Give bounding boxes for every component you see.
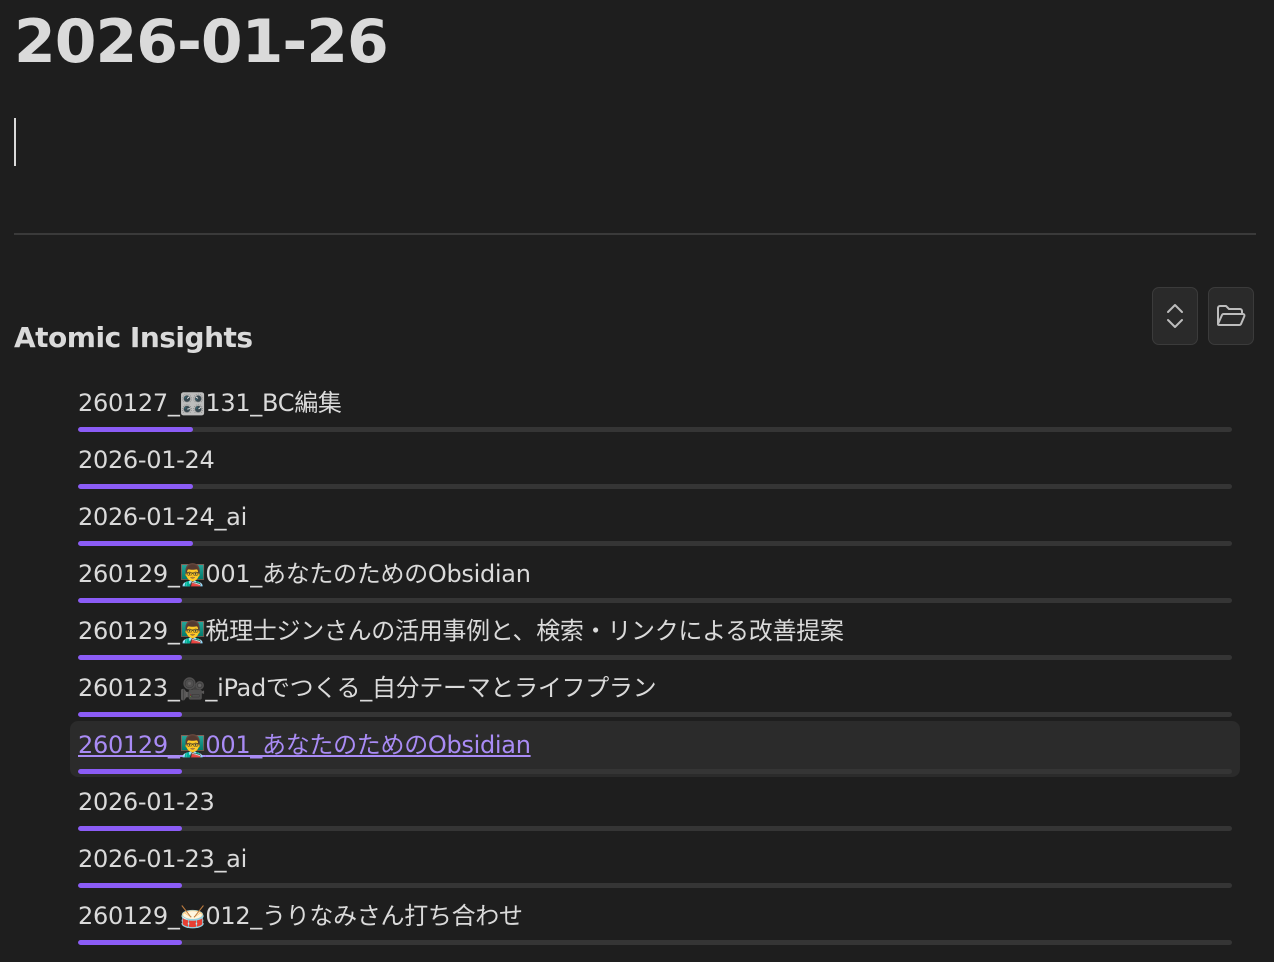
insight-progress-track <box>78 769 1232 774</box>
insight-link[interactable]: 2026-01-24_ai <box>78 502 247 532</box>
insight-link[interactable]: 2026-01-24 <box>78 445 215 475</box>
insight-progress-fill <box>78 769 182 774</box>
insight-progress-track <box>78 826 1232 831</box>
insight-prefix: 260129_ <box>78 560 180 588</box>
insight-item[interactable]: 260123_🎥_iPadでつくる_自分テーマとライフプラン <box>78 665 1232 722</box>
insight-prefix: 260129_ <box>78 731 180 759</box>
insight-progress-fill <box>78 484 194 489</box>
insight-progress-fill <box>78 826 182 831</box>
insight-item[interactable]: 2026-01-23 <box>78 779 1232 836</box>
insight-suffix: 012_うりなみさん打ち合わせ <box>205 902 523 930</box>
insight-progress-fill <box>78 883 182 888</box>
insight-item[interactable]: 260127_🎛️131_BC編集 <box>78 380 1232 437</box>
insight-emoji: 👨‍🏫 <box>179 620 206 644</box>
insight-emoji: 👨‍🏫 <box>179 563 206 587</box>
insight-link[interactable]: 260129_👨‍🏫001_あなたのためのObsidian <box>78 730 531 761</box>
insight-prefix: 2026-01-24_ai <box>78 503 247 531</box>
insight-progress-fill <box>78 655 182 660</box>
insight-suffix: 131_BC編集 <box>205 389 342 417</box>
insight-progress-fill <box>78 427 194 432</box>
insight-suffix: _iPadでつくる_自分テーマとライフプラン <box>205 674 657 702</box>
insight-item[interactable]: 2026-01-23_ai <box>78 836 1232 893</box>
insight-item[interactable]: 260129_👨‍🏫001_あなたのためのObsidian <box>78 551 1232 608</box>
insight-link[interactable]: 2026-01-23 <box>78 787 215 817</box>
insight-progress-fill <box>78 598 182 603</box>
insight-emoji: 🥁 <box>179 905 206 929</box>
insight-link[interactable]: 260123_🎥_iPadでつくる_自分テーマとライフプラン <box>78 673 657 704</box>
insight-suffix: 001_あなたのためのObsidian <box>205 731 531 759</box>
insight-item[interactable]: 260129_🥁012_うりなみさん打ち合わせ <box>78 893 1232 950</box>
text-caret <box>14 118 16 166</box>
insight-link[interactable]: 260129_👨‍🏫001_あなたのためのObsidian <box>78 559 531 590</box>
insight-progress-track <box>78 598 1232 603</box>
insight-suffix: 税理士ジンさんの活用事例と、検索・リンクによる改善提案 <box>205 617 844 645</box>
insight-progress-track <box>78 883 1232 888</box>
insight-item[interactable]: 2026-01-24 <box>78 437 1232 494</box>
insight-link[interactable]: 260129_👨‍🏫税理士ジンさんの活用事例と、検索・リンクによる改善提案 <box>78 616 844 647</box>
insight-progress-track <box>78 541 1232 546</box>
insight-emoji: 👨‍🏫 <box>179 734 206 758</box>
insight-prefix: 2026-01-23 <box>78 788 215 816</box>
collapse-toggle-button[interactable] <box>1152 287 1198 345</box>
insight-progress-track <box>78 484 1232 489</box>
folder-open-icon <box>1217 305 1246 327</box>
insight-emoji: 🎥 <box>179 677 206 701</box>
insight-prefix: 260129_ <box>78 902 180 930</box>
insight-prefix: 2026-01-24 <box>78 446 215 474</box>
insight-prefix: 260129_ <box>78 617 180 645</box>
horizontal-rule <box>14 233 1256 235</box>
insight-progress-fill <box>78 712 182 717</box>
insight-progress-fill <box>78 541 194 546</box>
note-title[interactable]: 2026-01-26 <box>14 6 389 78</box>
insight-item[interactable]: 2026-01-24_ai <box>78 494 1232 551</box>
section-heading: Atomic Insights <box>14 321 253 354</box>
insight-progress-fill <box>78 940 182 945</box>
note-editor[interactable] <box>14 118 1256 168</box>
insight-list: 260127_🎛️131_BC編集 2026-01-24 2026-01-24_ai… <box>70 380 1240 950</box>
insight-item[interactable]: 260129_👨‍🏫001_あなたのためのObsidian <box>70 721 1240 779</box>
insight-link[interactable]: 260129_🥁012_うりなみさん打ち合わせ <box>78 901 523 932</box>
insight-suffix: 001_あなたのためのObsidian <box>205 560 531 588</box>
insight-prefix: 260123_ <box>78 674 180 702</box>
insight-progress-track <box>78 940 1232 945</box>
insight-progress-track <box>78 712 1232 717</box>
insight-link[interactable]: 260127_🎛️131_BC編集 <box>78 388 342 419</box>
chevrons-up-down-icon <box>1167 304 1183 328</box>
insight-link[interactable]: 2026-01-23_ai <box>78 844 247 874</box>
insight-prefix: 260127_ <box>78 389 180 417</box>
insight-item[interactable]: 260129_👨‍🏫税理士ジンさんの活用事例と、検索・リンクによる改善提案 <box>78 608 1232 665</box>
insight-emoji: 🎛️ <box>179 392 206 416</box>
insight-prefix: 2026-01-23_ai <box>78 845 247 873</box>
note-view: 2026-01-26 Atomic Insights 260127_🎛️131_… <box>0 0 1274 962</box>
insight-progress-track <box>78 427 1232 432</box>
insight-progress-track <box>78 655 1232 660</box>
open-folder-button[interactable] <box>1208 287 1254 345</box>
